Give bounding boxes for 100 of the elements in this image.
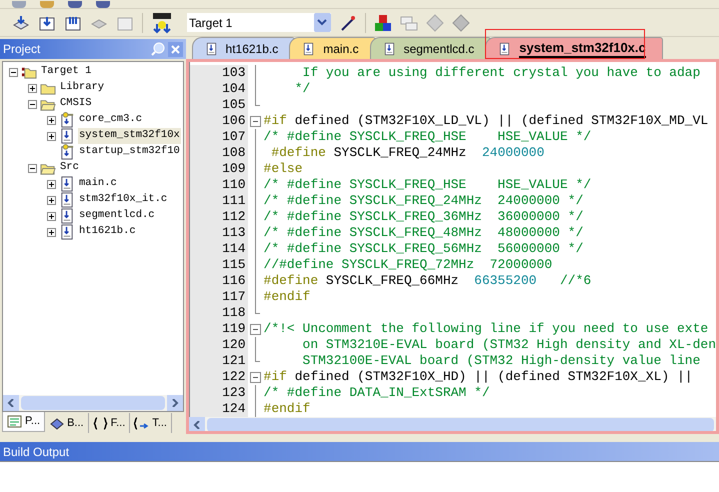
panel-tab[interactable]: F... <box>88 413 130 433</box>
tree-item[interactable]: Target 1 <box>40 64 92 80</box>
line-number: 105 <box>190 97 248 113</box>
file-icon <box>204 42 218 56</box>
scroll-left-icon[interactable] <box>7 399 15 407</box>
expand-icon[interactable] <box>47 212 56 220</box>
fold-line <box>254 337 256 353</box>
tree-item[interactable]: Src <box>59 160 80 176</box>
code-line: #endif <box>264 401 310 417</box>
fold-icon[interactable] <box>250 116 261 127</box>
line-number: 111 <box>190 193 248 209</box>
build-icon[interactable] <box>12 14 30 32</box>
code-line: If you are using different crystal you have to adap <box>302 65 700 81</box>
fold-icon[interactable] <box>250 324 261 335</box>
code-line: /* #define SYSCLK_FREQ_HSE HSE_VALUE */ <box>264 177 592 193</box>
line-number: 103 <box>190 65 248 81</box>
code-line: #if defined (STM32F10X_LD_VL) || (defined STM32F10X_MD_VL <box>264 113 708 129</box>
tree-item[interactable]: stm32f10x_it.c <box>78 192 168 208</box>
file-icon <box>59 192 75 208</box>
tree-item[interactable]: system_stm32f10x <box>78 128 181 144</box>
code-line: /*!< Uncomment the following line if you need to use exte <box>264 321 708 337</box>
expand-icon[interactable] <box>47 180 56 188</box>
line-number: 118 <box>190 305 248 321</box>
file-icon <box>498 42 512 56</box>
fold-end-line <box>254 353 260 362</box>
file-icon <box>59 224 75 240</box>
editor-tab[interactable]: main.c <box>289 37 376 59</box>
tree-item[interactable]: core_cm3.c <box>78 112 144 128</box>
tree-item[interactable]: Library <box>59 80 106 96</box>
line-number: 117 <box>190 289 248 305</box>
books-icon <box>49 416 64 430</box>
scroll-right-icon[interactable] <box>170 399 179 407</box>
tree-item[interactable]: main.c <box>78 176 118 192</box>
target-dropdown[interactable]: Target 1 <box>187 13 331 32</box>
editor-tab[interactable]: ht1621b.c <box>192 37 296 59</box>
line-number: 112 <box>190 209 248 225</box>
expand-icon[interactable] <box>28 84 37 92</box>
line-number: 120 <box>190 337 248 353</box>
line-number: 113 <box>190 225 248 241</box>
tree-item[interactable]: segmentlcd.c <box>78 208 156 224</box>
fold-icon[interactable] <box>250 372 261 383</box>
expand-icon[interactable] <box>47 228 56 236</box>
line-number: 123 <box>190 385 248 401</box>
line-number: 108 <box>190 145 248 161</box>
file-icon <box>302 42 316 56</box>
toolbar-icon[interactable] <box>96 1 110 8</box>
expand-icon[interactable] <box>47 116 56 124</box>
line-number: 121 <box>190 353 248 369</box>
code-line: #define SYSCLK_FREQ_66MHz 66355200 //*6 <box>264 273 592 289</box>
collapse-icon[interactable] <box>28 100 37 108</box>
template-icon <box>134 416 150 430</box>
expand-icon[interactable] <box>47 132 56 140</box>
file-key-icon <box>59 112 75 128</box>
line-number: 109 <box>190 161 248 177</box>
collapse-icon[interactable] <box>28 164 37 172</box>
magic-wand-icon[interactable] <box>339 14 357 32</box>
editor-tab[interactable]: segmentlcd.c <box>370 37 492 59</box>
editor-tab[interactable]: system_stm32f10x.c <box>485 37 663 59</box>
close-icon[interactable] <box>168 42 183 56</box>
code-line: /* #define SYSCLK_FREQ_36MHz 36000000 */ <box>264 209 584 225</box>
file-icon <box>382 42 396 56</box>
fold-end-line <box>254 97 260 106</box>
code-line: on STM3210E-EVAL board (STM32 High density and XL-den <box>302 337 716 353</box>
blocks-icon[interactable] <box>374 14 392 32</box>
tree-item[interactable]: CMSIS <box>59 96 93 112</box>
horizontal-scrollbar[interactable] <box>188 417 716 431</box>
code-line: //#define SYSCLK_FREQ_72MHz 72000000 <box>264 257 552 273</box>
line-number: 106 <box>190 113 248 129</box>
tree-item[interactable]: startup_stm32f10 <box>78 144 181 160</box>
line-number: 119 <box>190 321 248 337</box>
scroll-left-icon[interactable] <box>192 421 201 429</box>
line-number: 107 <box>190 129 248 145</box>
code-line: /* #define SYSCLK_FREQ_24MHz 24000000 */ <box>264 193 584 209</box>
code-line: */ <box>294 81 310 97</box>
tree-item[interactable]: ht1621b.c <box>78 224 137 240</box>
code-line: #define SYSCLK_FREQ_24MHz 24000000 <box>270 145 544 161</box>
panel-tab[interactable]: P... <box>2 412 46 432</box>
diamond-icon <box>452 14 470 32</box>
file-icon <box>59 128 75 144</box>
file-icon <box>59 208 75 224</box>
toolbar-icon[interactable] <box>68 1 82 8</box>
load-icon[interactable] <box>151 12 173 34</box>
fold-end-line <box>254 305 260 314</box>
expand-icon[interactable] <box>47 196 56 204</box>
line-number: 116 <box>190 273 248 289</box>
code-line: #endif <box>264 289 310 305</box>
code-line: #else <box>264 161 303 177</box>
braces-icon <box>92 416 108 430</box>
code-line: STM32100E-EVAL board (STM32 High-density value line <box>302 353 700 369</box>
code-line: /* #define SYSCLK_FREQ_56MHz 56000000 */ <box>264 241 584 257</box>
collapse-icon[interactable] <box>9 68 18 76</box>
diamond-icon <box>426 14 444 32</box>
code-editor[interactable] <box>186 59 719 434</box>
project-icon <box>7 414 22 429</box>
line-number: 124 <box>190 401 248 417</box>
line-number: 104 <box>190 81 248 97</box>
horizontal-scrollbar[interactable] <box>3 395 183 411</box>
line-number: 114 <box>190 241 248 257</box>
line-number: 110 <box>190 177 248 193</box>
file-icon <box>59 176 75 192</box>
